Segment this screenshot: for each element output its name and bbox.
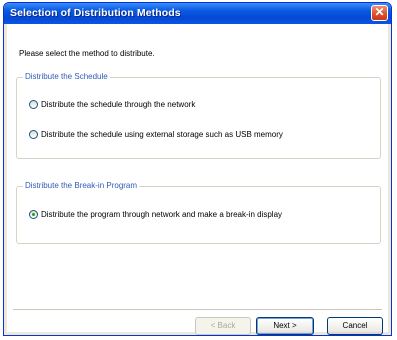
close-icon: ✕ [374, 5, 385, 19]
radio-icon[interactable] [29, 210, 38, 219]
option-network-breakin[interactable]: Distribute the program through network a… [29, 210, 282, 219]
instruction-text: Please select the method to distribute. [19, 49, 155, 58]
option-label: Distribute the program through network a… [41, 210, 283, 219]
radio-icon[interactable] [29, 100, 38, 109]
close-button[interactable]: ✕ [371, 5, 388, 21]
breakin-group: Distribute the Break-in Program Distribu… [16, 181, 381, 244]
schedule-group: Distribute the Schedule Distribute the s… [16, 72, 381, 159]
title-bar[interactable]: Selection of Distribution Methods ✕ [4, 3, 391, 24]
option-network-schedule[interactable]: Distribute the schedule through the netw… [29, 100, 195, 109]
option-label: Distribute the schedule using external s… [41, 130, 283, 139]
breakin-group-legend: Distribute the Break-in Program [23, 181, 140, 190]
schedule-group-legend: Distribute the Schedule [23, 72, 110, 81]
option-label: Distribute the schedule through the netw… [41, 100, 196, 109]
next-button[interactable]: Next > [256, 317, 314, 335]
option-usb-schedule[interactable]: Distribute the schedule using external s… [29, 130, 283, 139]
radio-icon[interactable] [29, 130, 38, 139]
dialog-window: Selection of Distribution Methods ✕ Plea… [3, 2, 392, 336]
dialog-title: Selection of Distribution Methods [10, 7, 181, 19]
back-button[interactable]: < Back [195, 317, 251, 335]
footer-divider [13, 309, 382, 310]
dialog-body: Please select the method to distribute. … [7, 24, 388, 335]
cancel-button[interactable]: Cancel [327, 317, 383, 335]
